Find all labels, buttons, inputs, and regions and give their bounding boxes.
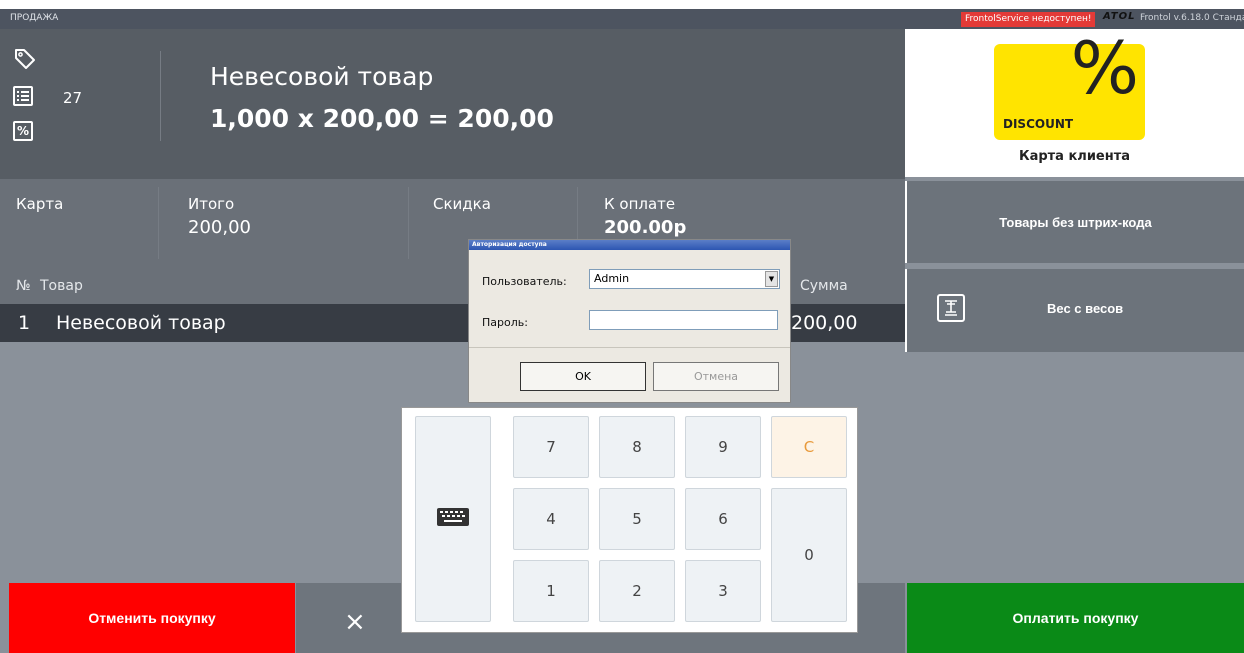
card-label: Карта <box>16 195 64 213</box>
percent-symbol: % <box>1070 26 1139 110</box>
current-item-name: Невесовой товар <box>210 62 434 91</box>
key-5[interactable]: 5 <box>599 488 675 550</box>
key-6[interactable]: 6 <box>685 488 761 550</box>
pay-button[interactable]: Оплатить покупку <box>907 583 1244 653</box>
divider <box>408 187 409 259</box>
divider <box>158 187 159 259</box>
topay-value: 200.00р <box>604 217 687 238</box>
row-number: 1 <box>18 312 31 334</box>
column-sum: Сумма <box>800 278 848 294</box>
brand-logo: ATOL <box>1103 11 1136 22</box>
key-3[interactable]: 3 <box>685 560 761 622</box>
close-icon[interactable]: × <box>344 609 366 635</box>
weight-from-scales-button[interactable]: Вес с весов <box>905 269 1244 352</box>
discount-card-text: DISCOUNT <box>1003 117 1074 131</box>
dialog-title: Авторизация доступа <box>469 240 790 250</box>
client-card-label: Карта клиента <box>1018 149 1131 164</box>
row-item-name: Невесовой товар <box>56 312 226 334</box>
key-8[interactable]: 8 <box>599 416 675 478</box>
keyboard-toggle-button[interactable] <box>415 416 491 622</box>
auth-dialog: Авторизация доступа Пользователь: Admin … <box>468 239 791 403</box>
key-clear[interactable]: C <box>771 416 847 478</box>
total-value: 200,00 <box>188 217 251 238</box>
column-item: Товар <box>40 278 83 294</box>
right-panel: % DISCOUNT Карта клиента Товары без штри… <box>905 26 1244 653</box>
column-number: № <box>16 278 31 294</box>
cancel-purchase-button[interactable]: Отменить покупку <box>9 583 295 653</box>
ok-button[interactable]: OK <box>520 362 646 391</box>
current-item-panel: 27 % Невесовой товар 1,000 x 200,00 = 20… <box>0 29 905 179</box>
key-4[interactable]: 4 <box>513 488 589 550</box>
window-title: ПРОДАЖА <box>10 13 59 23</box>
service-error-badge: FrontolService недоступен! <box>961 12 1096 27</box>
user-value: Admin <box>594 272 630 285</box>
dialog-cancel-button[interactable]: Отмена <box>653 362 779 391</box>
keyboard-icon <box>436 507 470 531</box>
topay-label: К оплате <box>604 195 676 213</box>
total-label: Итого <box>188 195 235 213</box>
title-bar: ПРОДАЖА FrontolService недоступен! ATOL … <box>0 9 1244 29</box>
discount-label: Скидка <box>433 195 491 213</box>
key-7[interactable]: 7 <box>513 416 589 478</box>
tag-icon[interactable] <box>13 47 37 71</box>
client-card-button[interactable]: % DISCOUNT Карта клиента <box>905 26 1244 177</box>
no-barcode-items-button[interactable]: Товары без штрих-кода <box>905 181 1244 263</box>
key-0[interactable]: 0 <box>771 488 847 622</box>
password-input[interactable] <box>589 310 778 330</box>
row-sum: 200,00 <box>791 312 858 334</box>
key-1[interactable]: 1 <box>513 560 589 622</box>
divider <box>469 347 790 348</box>
no-barcode-label: Товары без штрих-кода <box>999 214 1152 230</box>
user-select[interactable]: Admin ▼ <box>589 269 780 289</box>
item-count: 27 <box>63 89 83 107</box>
key-2[interactable]: 2 <box>599 560 675 622</box>
user-label: Пользователь: <box>482 275 567 288</box>
list-icon[interactable] <box>13 86 33 106</box>
discount-card-image: % DISCOUNT <box>994 26 1145 140</box>
scales-icon <box>937 294 965 322</box>
current-item-calc: 1,000 x 200,00 = 200,00 <box>210 104 554 133</box>
password-label: Пароль: <box>482 316 528 329</box>
weight-label: Вес с весов <box>1047 301 1124 316</box>
divider <box>160 51 161 141</box>
numeric-keypad: 7 8 9 C 4 5 6 1 2 3 0 <box>401 407 858 633</box>
version-text: Frontol v.6.18.0 Стандарт <box>1140 13 1244 23</box>
chevron-down-icon[interactable]: ▼ <box>765 271 778 287</box>
percent-icon[interactable]: % <box>13 121 33 141</box>
key-9[interactable]: 9 <box>685 416 761 478</box>
